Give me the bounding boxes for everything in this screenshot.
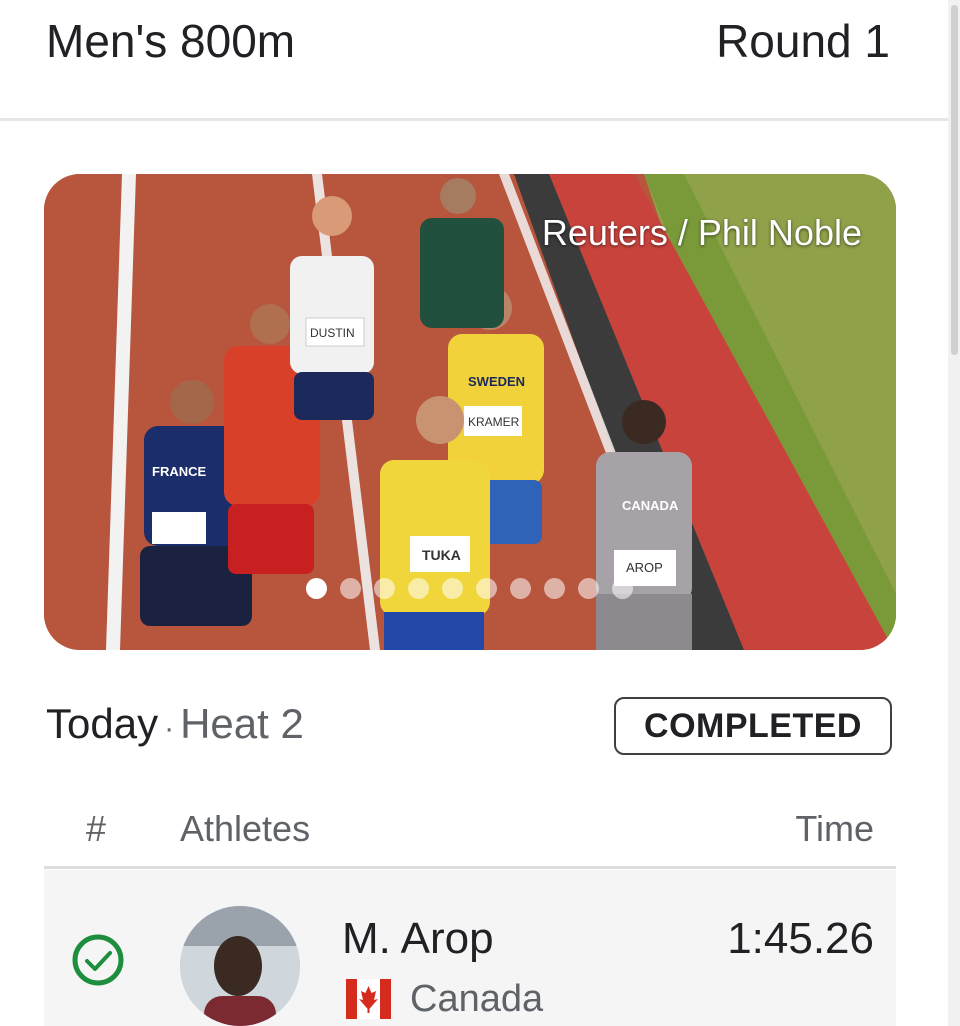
athlete-time: 1:45.26 [727,914,874,963]
event-title: Men's 800m [46,15,296,67]
carousel-dot[interactable] [544,578,565,599]
carousel-dot[interactable] [374,578,395,599]
status-badge: COMPLETED [614,697,892,755]
bib-label: CANADA [622,498,679,513]
column-header-time: Time [795,808,874,849]
carousel-dot[interactable] [340,578,361,599]
carousel-dot[interactable] [408,578,429,599]
table-row[interactable]: M. Arop Canada 1:45.26 [44,870,896,1026]
bib-label: FRANCE [152,464,206,479]
avatar [180,906,300,1026]
carousel-dot[interactable] [442,578,463,599]
carousel-dot[interactable] [510,578,531,599]
bib-label: AROP [626,560,663,575]
heat-name: Heat 2 [180,700,304,747]
heat-day: Today [46,700,159,747]
column-header-rank: # [86,808,107,849]
athlete-country: Canada [410,978,544,1020]
bib-label: SWEDEN [468,374,525,389]
heat-separator: · [164,712,175,745]
column-header-athletes: Athletes [180,808,311,849]
app-header: Men's 800m Round 1 [0,0,948,121]
carousel-dot[interactable] [578,578,599,599]
bib-label: TUKA [422,547,461,563]
check-circle-icon [72,934,124,986]
athlete-name[interactable]: M. Arop [342,914,494,964]
table-divider [44,866,896,869]
carousel-indicators[interactable] [306,578,633,599]
photo-carousel[interactable]: FRANCE DUSTIN SWEDEN KRAMER TUKA CANADA … [44,174,896,650]
photo-credit: Reuters / Phil Noble [541,212,862,253]
round-selector[interactable]: Round 1 [716,14,890,68]
bib-label: DUSTIN [310,326,355,340]
bib-label: KRAMER [468,415,520,429]
carousel-dot[interactable] [306,578,327,599]
canada-flag-icon [346,979,391,1019]
carousel-dot[interactable] [476,578,497,599]
heat-heading: Today · Heat 2 [46,700,304,748]
scrollbar-thumb[interactable] [951,5,958,355]
carousel-dot[interactable] [612,578,633,599]
